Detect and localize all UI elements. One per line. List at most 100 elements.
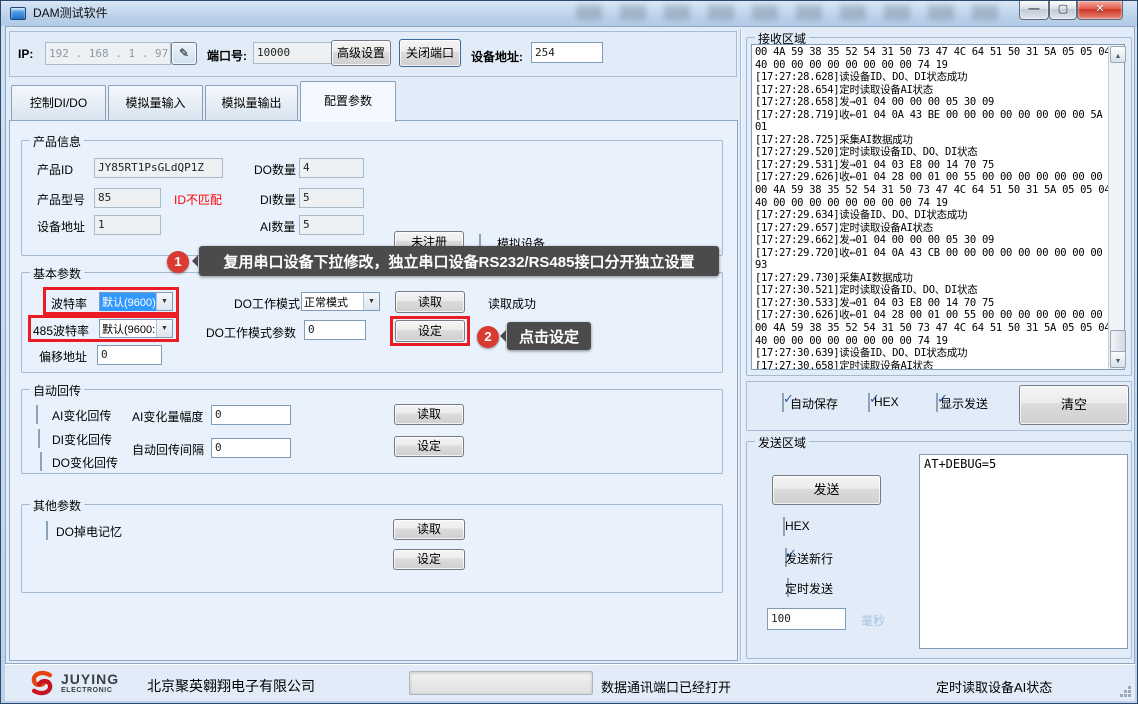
scroll-up-icon[interactable]: [1110, 46, 1126, 63]
ai-count-field[interactable]: 5: [299, 215, 364, 235]
do-param-label: DO工作模式参数: [206, 324, 296, 341]
auto-set-button[interactable]: 设定: [394, 436, 464, 457]
do-mode-label: DO工作模式: [234, 295, 300, 312]
close-port-button[interactable]: 关闭端口: [399, 39, 461, 67]
basic-params-title: 基本参数: [30, 265, 84, 282]
tab-control-dido[interactable]: 控制DI/DO: [11, 85, 106, 121]
ai-amplitude-field[interactable]: 0: [211, 405, 291, 425]
auto-read-button[interactable]: 读取: [394, 404, 464, 425]
auto-report-group: 自动回传: [21, 389, 723, 474]
milliseconds-label: 毫秒: [861, 612, 885, 629]
ai-amplitude-label: AI变化量幅度: [132, 408, 203, 425]
tab-analog-output[interactable]: 模拟量输出: [205, 85, 298, 121]
other-read-button[interactable]: 读取: [393, 519, 465, 540]
do-memory-label: DO掉电记忆: [56, 523, 122, 540]
offset-label: 偏移地址: [39, 348, 87, 365]
do-change-checkbox[interactable]: [40, 452, 42, 471]
tab-config-params[interactable]: 配置参数: [300, 81, 396, 122]
step1-tooltip: 复用串口设备下拉修改，独立串口设备RS232/RS485接口分开独立设置: [199, 246, 719, 276]
tab-analog-input[interactable]: 模拟量输入: [108, 85, 203, 121]
send-hex-label: HEX: [785, 519, 810, 533]
clear-button[interactable]: 清空: [1019, 385, 1129, 425]
port-label: 端口号:: [207, 47, 247, 64]
autosave-label: 自动保存: [790, 395, 838, 412]
titlebar-blur: [576, 5, 1006, 20]
titlebar[interactable]: DAM测试软件 — ▢ ✕: [1, 1, 1137, 26]
ip-input[interactable]: 192 . 168 . 1 . 97: [45, 42, 171, 65]
di-change-label: DI变化回传: [52, 431, 112, 448]
other-params-title: 其他参数: [30, 497, 84, 514]
scroll-down-icon[interactable]: [1110, 351, 1126, 368]
product-id-field[interactable]: JY85RT1PsGLdQP1Z: [94, 158, 223, 178]
maximize-button[interactable]: ▢: [1049, 1, 1077, 20]
receive-hex-checkbox[interactable]: [868, 393, 870, 412]
close-icon: ✕: [1095, 3, 1104, 15]
basic-read-button[interactable]: 读取: [395, 291, 465, 313]
do-count-label: DO数量: [254, 161, 296, 178]
send-button[interactable]: 发送: [772, 475, 881, 505]
product-info-title: 产品信息: [30, 133, 84, 150]
close-button[interactable]: ✕: [1077, 1, 1123, 20]
window-title: DAM测试软件: [33, 1, 108, 26]
send-area-title: 发送区域: [755, 434, 809, 451]
baud485-highlight-box: [28, 315, 179, 342]
offset-field[interactable]: 0: [97, 345, 162, 365]
do-memory-checkbox[interactable]: [46, 521, 48, 540]
di-count-label: DI数量: [260, 191, 296, 208]
port-status-text: 数据通讯端口已经打开: [601, 677, 731, 696]
do-mode-select[interactable]: 正常模式: [301, 292, 380, 311]
panel-divider: [740, 29, 741, 661]
minimize-button[interactable]: —: [1019, 1, 1049, 20]
other-set-button[interactable]: 设定: [393, 549, 465, 570]
show-send-label: 显示发送: [940, 395, 988, 412]
do-count-field[interactable]: 4: [299, 158, 364, 178]
di-count-field[interactable]: 5: [299, 188, 364, 208]
set-highlight-box: [390, 316, 470, 346]
resize-grip[interactable]: [1119, 685, 1132, 698]
show-send-checkbox[interactable]: [936, 393, 938, 412]
step1-badge: 1: [167, 251, 189, 273]
receive-hex-label: HEX: [874, 395, 899, 409]
step2-badge: 2: [477, 326, 499, 348]
status-progress-bar: [409, 671, 593, 695]
pencil-icon: ✎: [179, 46, 189, 60]
ip-label: IP:: [18, 47, 33, 61]
receive-scrollbar[interactable]: [1108, 44, 1125, 370]
timer-status-text: 定时读取设备AI状态: [936, 677, 1052, 696]
receive-log[interactable]: 00 4A 59 38 35 52 54 31 50 73 47 4C 64 5…: [751, 44, 1108, 370]
report-interval-label: 自动回传间隔: [132, 441, 204, 458]
app-window: DAM测试软件 — ▢ ✕ IP: 192 . 168 . 1 . 97 ✎ 端…: [0, 0, 1138, 704]
do-param-field[interactable]: 0: [304, 320, 366, 340]
ai-change-checkbox[interactable]: [36, 405, 38, 424]
do-change-label: DO变化回传: [52, 454, 118, 471]
report-interval-field[interactable]: 0: [211, 438, 291, 458]
ai-count-label: AI数量: [260, 218, 295, 235]
model-field[interactable]: 85: [94, 188, 161, 208]
other-params-group: 其他参数: [21, 504, 723, 593]
juying-logo: [27, 669, 57, 697]
do-mode-select-value: 正常模式: [302, 293, 363, 311]
product-id-label: 产品ID: [37, 161, 73, 178]
device-addr2-label: 设备地址: [37, 218, 85, 235]
send-newline-label: 发送新行: [785, 550, 833, 567]
logo-text-electronic: ELECTRONIC: [61, 687, 113, 695]
maximize-icon: ▢: [1058, 3, 1068, 15]
timed-send-label: 定时发送: [785, 580, 833, 597]
advanced-settings-button[interactable]: 高级设置: [331, 40, 391, 66]
auto-report-title: 自动回传: [30, 382, 84, 399]
send-interval-field[interactable]: 100: [767, 608, 846, 630]
di-change-checkbox[interactable]: [38, 429, 40, 448]
company-name: 北京聚英翱翔电子有限公司: [147, 676, 315, 696]
device-addr2-field[interactable]: 1: [94, 215, 161, 235]
id-mismatch-warning: ID不匹配: [174, 191, 222, 208]
logo-text-juying: JUYING: [61, 672, 119, 686]
baud-highlight-box: [43, 287, 179, 315]
minimize-icon: —: [1029, 3, 1040, 15]
read-status-text: 读取成功: [488, 295, 536, 312]
device-address-input[interactable]: 254: [531, 42, 603, 63]
device-address-label: 设备地址:: [471, 48, 523, 65]
model-label: 产品型号: [37, 191, 85, 208]
send-content-textarea[interactable]: AT+DEBUG=5: [919, 454, 1128, 649]
autosave-checkbox[interactable]: [782, 393, 784, 412]
edit-ip-button[interactable]: ✎: [171, 42, 197, 65]
